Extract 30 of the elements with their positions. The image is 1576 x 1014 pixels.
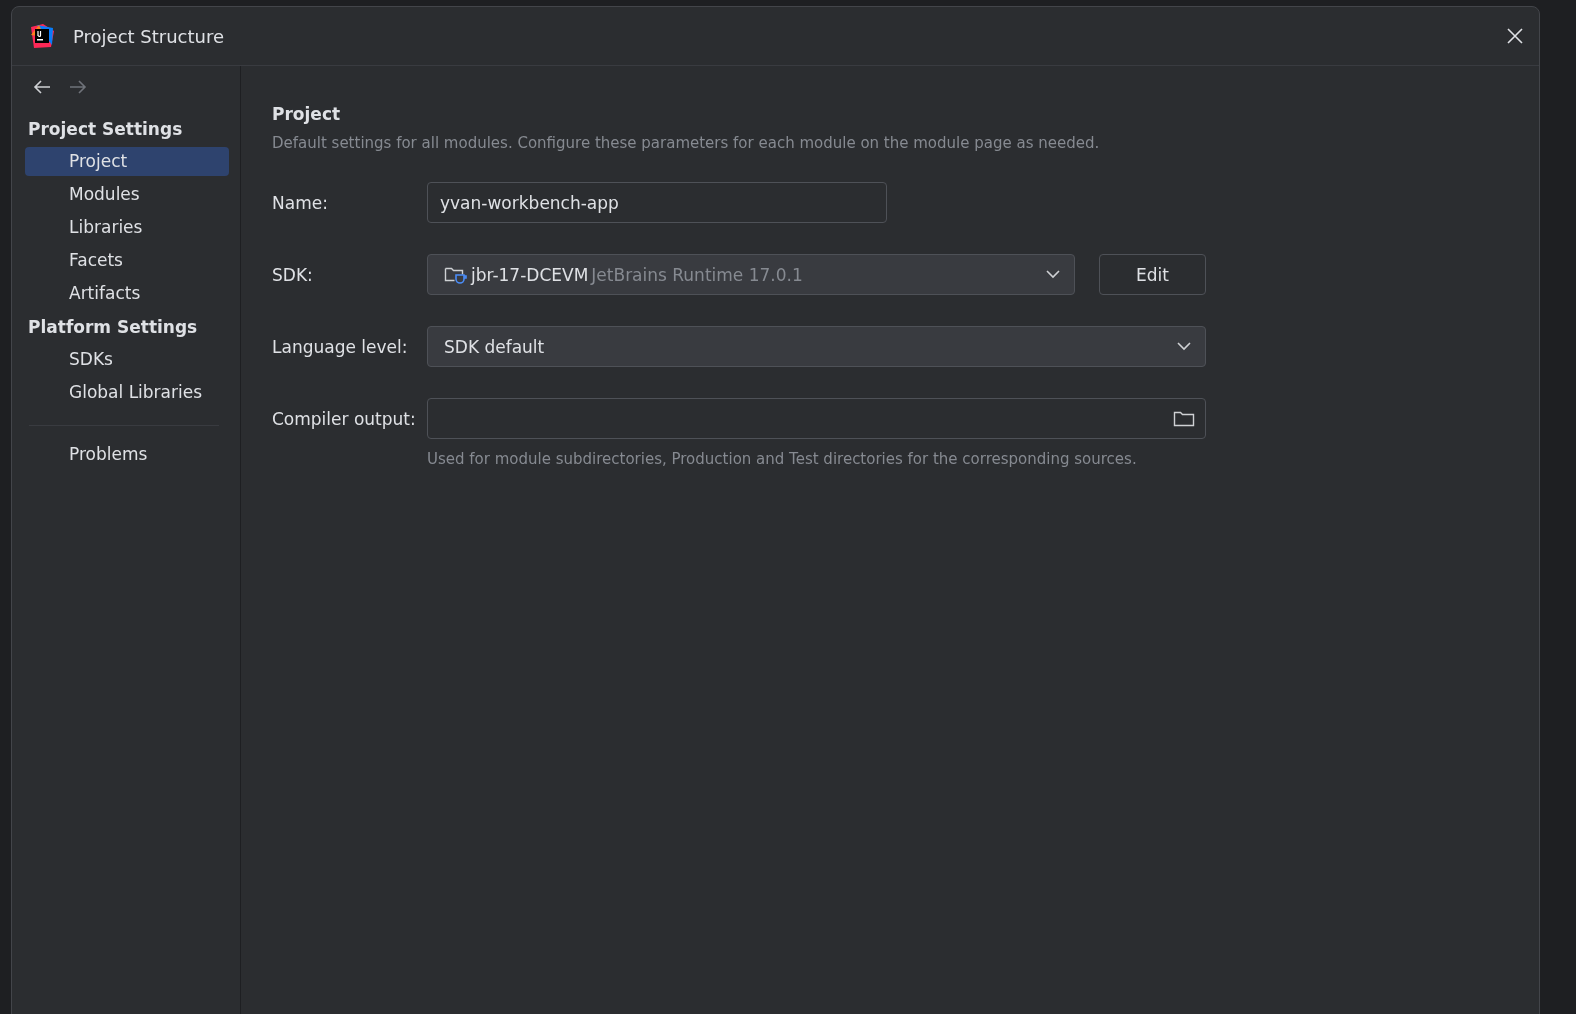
sidebar-item[interactable]: Facets	[25, 246, 229, 275]
section-heading: Project Settings	[27, 118, 184, 141]
chevron-down-icon	[1177, 342, 1191, 351]
section-heading: Platform Settings	[27, 316, 199, 339]
field-label: Language level:	[272, 336, 409, 357]
edit-button[interactable]: Edit	[1099, 254, 1206, 295]
sidebar-item[interactable]: Artifacts	[25, 279, 229, 308]
close-icon[interactable]	[1507, 28, 1523, 44]
field-label: Compiler output:	[272, 408, 417, 429]
sdk-dropdown[interactable]: jbr-17-DCEVM JetBrains Runtime 17.0.1	[427, 254, 1075, 295]
window-title: Project Structure	[73, 25, 226, 47]
sidebar-item[interactable]: Global Libraries	[25, 378, 229, 407]
field-label: Name:	[272, 192, 329, 213]
sidebar-item[interactable]: SDKs	[25, 345, 229, 374]
sidebar-item[interactable]: Problems	[25, 440, 229, 469]
back-arrow-icon[interactable]	[33, 80, 51, 94]
sidebar-item[interactable]: Project	[25, 147, 229, 176]
language-level-dropdown[interactable]: SDK default	[427, 326, 1206, 367]
sidebar-item[interactable]: Modules	[25, 180, 229, 209]
chevron-down-icon	[1046, 270, 1060, 279]
page-description: Default settings for all modules. Configure these parameters for each module on the module page as needed.	[272, 134, 1101, 152]
field-label: SDK:	[272, 264, 314, 285]
app-logo-icon	[29, 23, 55, 49]
page-title: Project	[272, 104, 342, 124]
folder-icon[interactable]	[1173, 409, 1195, 428]
sidebar-item[interactable]: Libraries	[25, 213, 229, 242]
compiler-output-field[interactable]	[427, 398, 1206, 439]
forward-arrow-icon[interactable]	[69, 80, 87, 94]
field-hint: Used for module subdirectories, Production and Test directories for the corresponding sources.	[427, 450, 1138, 468]
name-field[interactable]: yvan-workbench-app	[427, 182, 887, 223]
